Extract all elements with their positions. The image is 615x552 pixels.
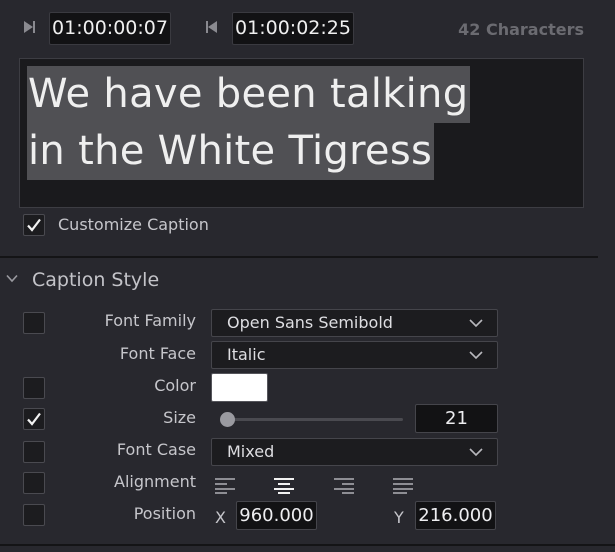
chevron-down-icon [469, 448, 483, 457]
checkmark-icon [27, 218, 41, 232]
caption-text-editor[interactable]: We have been talking in the White Tigres… [19, 58, 584, 208]
align-justify-icon[interactable] [392, 476, 414, 494]
position-y-label: Y [394, 508, 404, 527]
font-face-value: Italic [227, 345, 266, 364]
position-checkbox[interactable] [23, 504, 45, 526]
font-case-label: Font Case [116, 440, 196, 459]
font-case-value: Mixed [227, 442, 275, 461]
position-x-label: X [215, 508, 226, 527]
size-label: Size [163, 408, 196, 427]
font-face-dropdown[interactable]: Italic [211, 341, 498, 369]
size-slider-handle[interactable] [220, 412, 235, 427]
alignment-label: Alignment [114, 472, 196, 491]
chevron-down-icon[interactable] [6, 274, 18, 283]
align-left-icon[interactable] [214, 476, 236, 494]
character-count: 42 Characters [458, 20, 584, 39]
caption-line-1: We have been talking [27, 66, 471, 123]
customize-caption-label: Customize Caption [58, 215, 209, 234]
mark-in-icon[interactable] [22, 20, 36, 34]
font-family-label: Font Family [104, 311, 196, 330]
out-timecode-field[interactable]: 01:00:02:25 [232, 12, 354, 45]
bottom-divider [0, 544, 615, 546]
chevron-down-icon [469, 351, 483, 360]
alignment-checkbox[interactable] [23, 472, 45, 494]
position-y-field[interactable]: 216.000 [415, 501, 496, 530]
position-label: Position [133, 504, 196, 523]
font-family-checkbox[interactable] [23, 312, 45, 334]
chevron-down-icon [469, 319, 483, 328]
align-center-icon[interactable] [273, 476, 295, 494]
size-checkbox[interactable] [23, 408, 45, 430]
size-value-field[interactable]: 21 [415, 404, 498, 433]
caption-style-title[interactable]: Caption Style [32, 269, 159, 291]
color-checkbox[interactable] [23, 377, 45, 399]
font-case-dropdown[interactable]: Mixed [211, 438, 498, 466]
font-family-dropdown[interactable]: Open Sans Semibold [211, 309, 498, 337]
font-family-value: Open Sans Semibold [227, 313, 393, 332]
checkmark-icon [27, 412, 41, 426]
font-face-label: Font Face [119, 344, 196, 363]
caption-line-2: in the White Tigress [27, 123, 435, 180]
in-timecode-field[interactable]: 01:00:00:07 [49, 12, 171, 45]
section-divider [0, 256, 598, 258]
customize-caption-checkbox[interactable] [23, 214, 45, 236]
font-case-checkbox[interactable] [23, 441, 45, 463]
color-swatch[interactable] [211, 373, 268, 402]
position-x-field[interactable]: 960.000 [236, 501, 317, 530]
align-right-icon[interactable] [333, 476, 355, 494]
color-label: Color [154, 376, 196, 395]
mark-out-icon[interactable] [205, 20, 219, 34]
size-slider-track[interactable] [222, 418, 403, 421]
